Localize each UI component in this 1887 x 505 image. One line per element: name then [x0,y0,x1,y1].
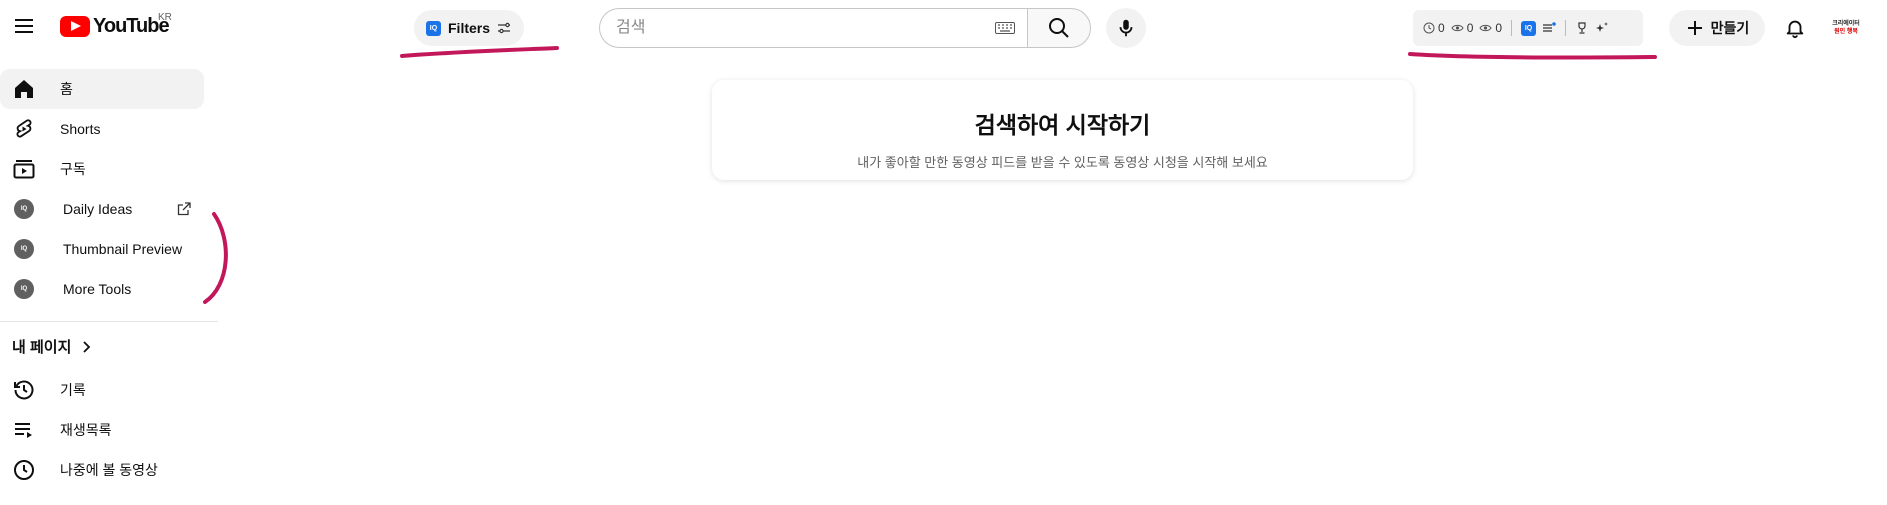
playlist-icon [12,418,36,442]
search-box [599,8,1027,48]
search-icon [1049,18,1069,38]
sidebar-item-subscriptions[interactable]: 구독 [0,149,204,189]
sidebar-item-home[interactable]: 홈 [0,69,204,109]
divider [1511,20,1513,36]
chevron-right-icon [83,340,91,353]
annotation-overlay [203,46,1657,304]
avatar-line1: 크리에이터 [1832,21,1860,27]
stat-value: 0 [1466,21,1474,35]
iq-icon[interactable]: IQ [1521,20,1537,36]
sliders-icon [498,22,511,34]
stat-views-alt[interactable]: 0 [1479,21,1502,35]
sidebar-item-label: Shorts [60,121,101,137]
page-subtitle: 내가 좋아할 만한 동영상 피드를 받을 수 있도록 동영상 시청을 시작해 보… [857,155,1268,170]
sidebar-item-label: 재생목록 [60,422,112,438]
plus-icon [1687,21,1702,35]
section-title: 내 페이지 [12,339,72,356]
search-input[interactable] [616,19,995,37]
sidebar-item-label: Thumbnail Preview [63,241,183,257]
shorts-icon [12,117,36,141]
microphone-icon [1119,19,1133,37]
search-button[interactable] [1027,8,1091,48]
sidebar-item-label: 구독 [60,161,86,177]
iq-icon: IQ [426,20,441,36]
home-icon [12,77,36,101]
sidebar-item-label: 기록 [60,382,86,398]
avatar[interactable]: 크리에이터 원인 행복 [1830,14,1862,42]
notifications-button[interactable] [1775,8,1815,48]
search-bar [599,8,1091,48]
sidebar-divider [0,321,218,322]
stat-views[interactable]: 0 [1451,21,1474,35]
sidebar-item-label: More Tools [63,281,132,297]
eye-icon [1451,24,1464,32]
hamburger-icon [15,19,33,33]
stat-watch-time[interactable]: 0 [1423,21,1445,35]
sidebar-section-my-page[interactable]: 내 페이지 [12,336,93,357]
list-icon[interactable] [1542,22,1556,34]
iq-tool-icon: IQ [12,277,36,301]
youtube-play-icon [60,16,90,37]
top-bar: YouTube KR IQ Filters 0 0 0 [0,0,1887,56]
sidebar-item-label: Daily Ideas [63,201,133,217]
create-label: 만들기 [1710,20,1750,36]
filters-button[interactable]: IQ Filters [414,10,524,46]
stat-value: 0 [1438,21,1445,35]
sidebar-item-label: 나중에 볼 동영상 [60,462,158,478]
sidebar-item-more-tools[interactable]: IQ More Tools [0,269,204,309]
create-button[interactable]: 만들기 [1669,10,1765,46]
extension-stats-bar: 0 0 0 IQ [1413,10,1643,46]
keyboard-icon[interactable] [995,21,1015,35]
sidebar-item-watch-later[interactable]: 나중에 볼 동영상 [0,450,204,490]
filters-label: Filters [448,20,491,36]
sidebar-item-thumbnail-preview[interactable]: IQ Thumbnail Preview [0,229,204,269]
iq-tool-icon: IQ [12,237,36,261]
eye-icon [1479,24,1492,32]
sidebar: 홈 Shorts 구독 IQ Daily Ideas IQ Thumbnail … [0,56,218,505]
sparkle-icon[interactable] [1595,21,1609,35]
clock-icon [12,458,36,482]
region-code: KR [158,12,172,23]
voice-search-button[interactable] [1106,8,1146,48]
bell-icon [1786,20,1804,39]
sidebar-item-playlists[interactable]: 재생목록 [0,410,204,450]
empty-feed-card: 검색하여 시작하기 내가 좋아할 만한 동영상 피드를 받을 수 있도록 동영상… [712,80,1413,180]
divider [1565,20,1567,36]
page-title: 검색하여 시작하기 [974,112,1151,138]
subscriptions-icon [12,157,36,181]
avatar-line2: 원인 행복 [1834,29,1858,35]
history-icon [12,378,36,402]
external-link-icon [177,202,191,216]
youtube-logo[interactable]: YouTube KR [60,12,172,38]
sidebar-item-shorts[interactable]: Shorts [0,109,204,149]
stat-value: 0 [1495,21,1503,35]
menu-button[interactable] [10,12,38,40]
clock-icon [1423,22,1435,34]
sidebar-item-daily-ideas[interactable]: IQ Daily Ideas [0,189,204,229]
sidebar-item-label: 홈 [60,81,73,97]
iq-tool-icon: IQ [12,197,36,221]
trophy-icon[interactable] [1575,21,1589,35]
sidebar-item-history[interactable]: 기록 [0,370,204,410]
